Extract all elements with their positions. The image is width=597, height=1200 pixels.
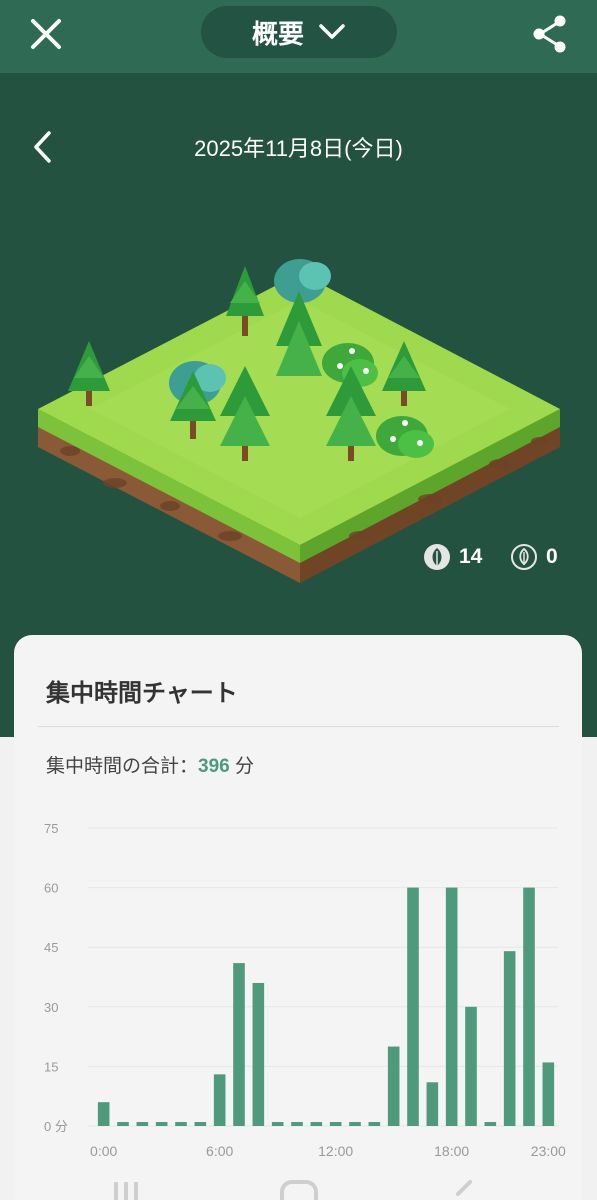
bar-500 — [194, 1122, 207, 1126]
bar-2300 — [542, 1062, 555, 1126]
bar-1200 — [329, 1122, 342, 1126]
dead-trees-count: 0 — [510, 543, 558, 571]
home-icon[interactable] — [280, 1180, 318, 1200]
bar-1800 — [445, 887, 458, 1126]
back-nav-icon[interactable] — [456, 1180, 472, 1196]
share-button[interactable] — [526, 10, 574, 58]
bar-900 — [271, 1122, 284, 1126]
bar-1600 — [407, 887, 419, 1126]
summary-dropdown[interactable]: 概要 — [201, 6, 397, 58]
dead-trees-value: 0 — [546, 545, 558, 568]
tree-counts: 14 0 — [0, 543, 597, 577]
x-tick-label: 0:00 — [90, 1143, 117, 1159]
withered-leaf-icon — [511, 544, 537, 570]
bar-300 — [155, 1122, 168, 1126]
close-button[interactable] — [22, 12, 70, 60]
bar-600 — [213, 1074, 226, 1126]
top-bar: 概要 — [0, 0, 597, 73]
bar-400 — [175, 1122, 187, 1126]
bar-1900 — [465, 1006, 477, 1126]
y-tick-label: 0 分 — [44, 1119, 68, 1134]
y-tick-label: 75 — [44, 821, 58, 836]
page-title: 概要 — [251, 19, 304, 50]
bar-2200 — [523, 887, 535, 1126]
bar-200 — [136, 1122, 149, 1126]
x-tick-label: 18:00 — [434, 1143, 469, 1159]
x-tick-label: 6:00 — [206, 1143, 233, 1159]
y-tick-label: 45 — [44, 940, 58, 955]
bar-1100 — [310, 1122, 323, 1126]
bar-1400 — [368, 1122, 381, 1126]
bar-2100 — [503, 951, 516, 1126]
alive-trees-count: 14 — [423, 543, 482, 571]
bar-1500 — [387, 1046, 400, 1126]
alive-trees-value: 14 — [459, 545, 483, 568]
bar-800 — [252, 982, 265, 1126]
bar-000 — [97, 1102, 110, 1126]
system-nav-bar — [114, 1180, 472, 1200]
bar-1700 — [426, 1082, 439, 1126]
date-label: 2025年11月8日(今日) — [194, 136, 403, 161]
focus-chart-card: 集中時間チャート 集中時間の合計：396 分 0 分 15 30 45 60 75 0:00… — [14, 635, 582, 1200]
bar-1300 — [349, 1122, 361, 1126]
bar-100 — [117, 1122, 129, 1126]
y-tick-label: 60 — [44, 881, 58, 896]
forest-island — [38, 259, 560, 583]
focus-time-bar-chart: 0 分 15 30 45 60 75 0:00 6:00 12:00 18:00 23:00 — [44, 821, 566, 1159]
y-tick-label: 15 — [44, 1059, 58, 1074]
bar-700 — [233, 963, 245, 1126]
bar-1000 — [291, 1122, 303, 1126]
x-tick-label: 23:00 — [531, 1143, 566, 1159]
close-icon — [31, 19, 61, 49]
bar-2000 — [484, 1122, 497, 1126]
y-tick-label: 30 — [44, 1000, 58, 1015]
share-icon — [533, 15, 566, 53]
x-tick-label: 12:00 — [318, 1143, 353, 1159]
chevron-down-icon — [319, 24, 345, 39]
recent-apps-icon[interactable] — [114, 1182, 138, 1200]
leaf-icon — [424, 544, 450, 570]
